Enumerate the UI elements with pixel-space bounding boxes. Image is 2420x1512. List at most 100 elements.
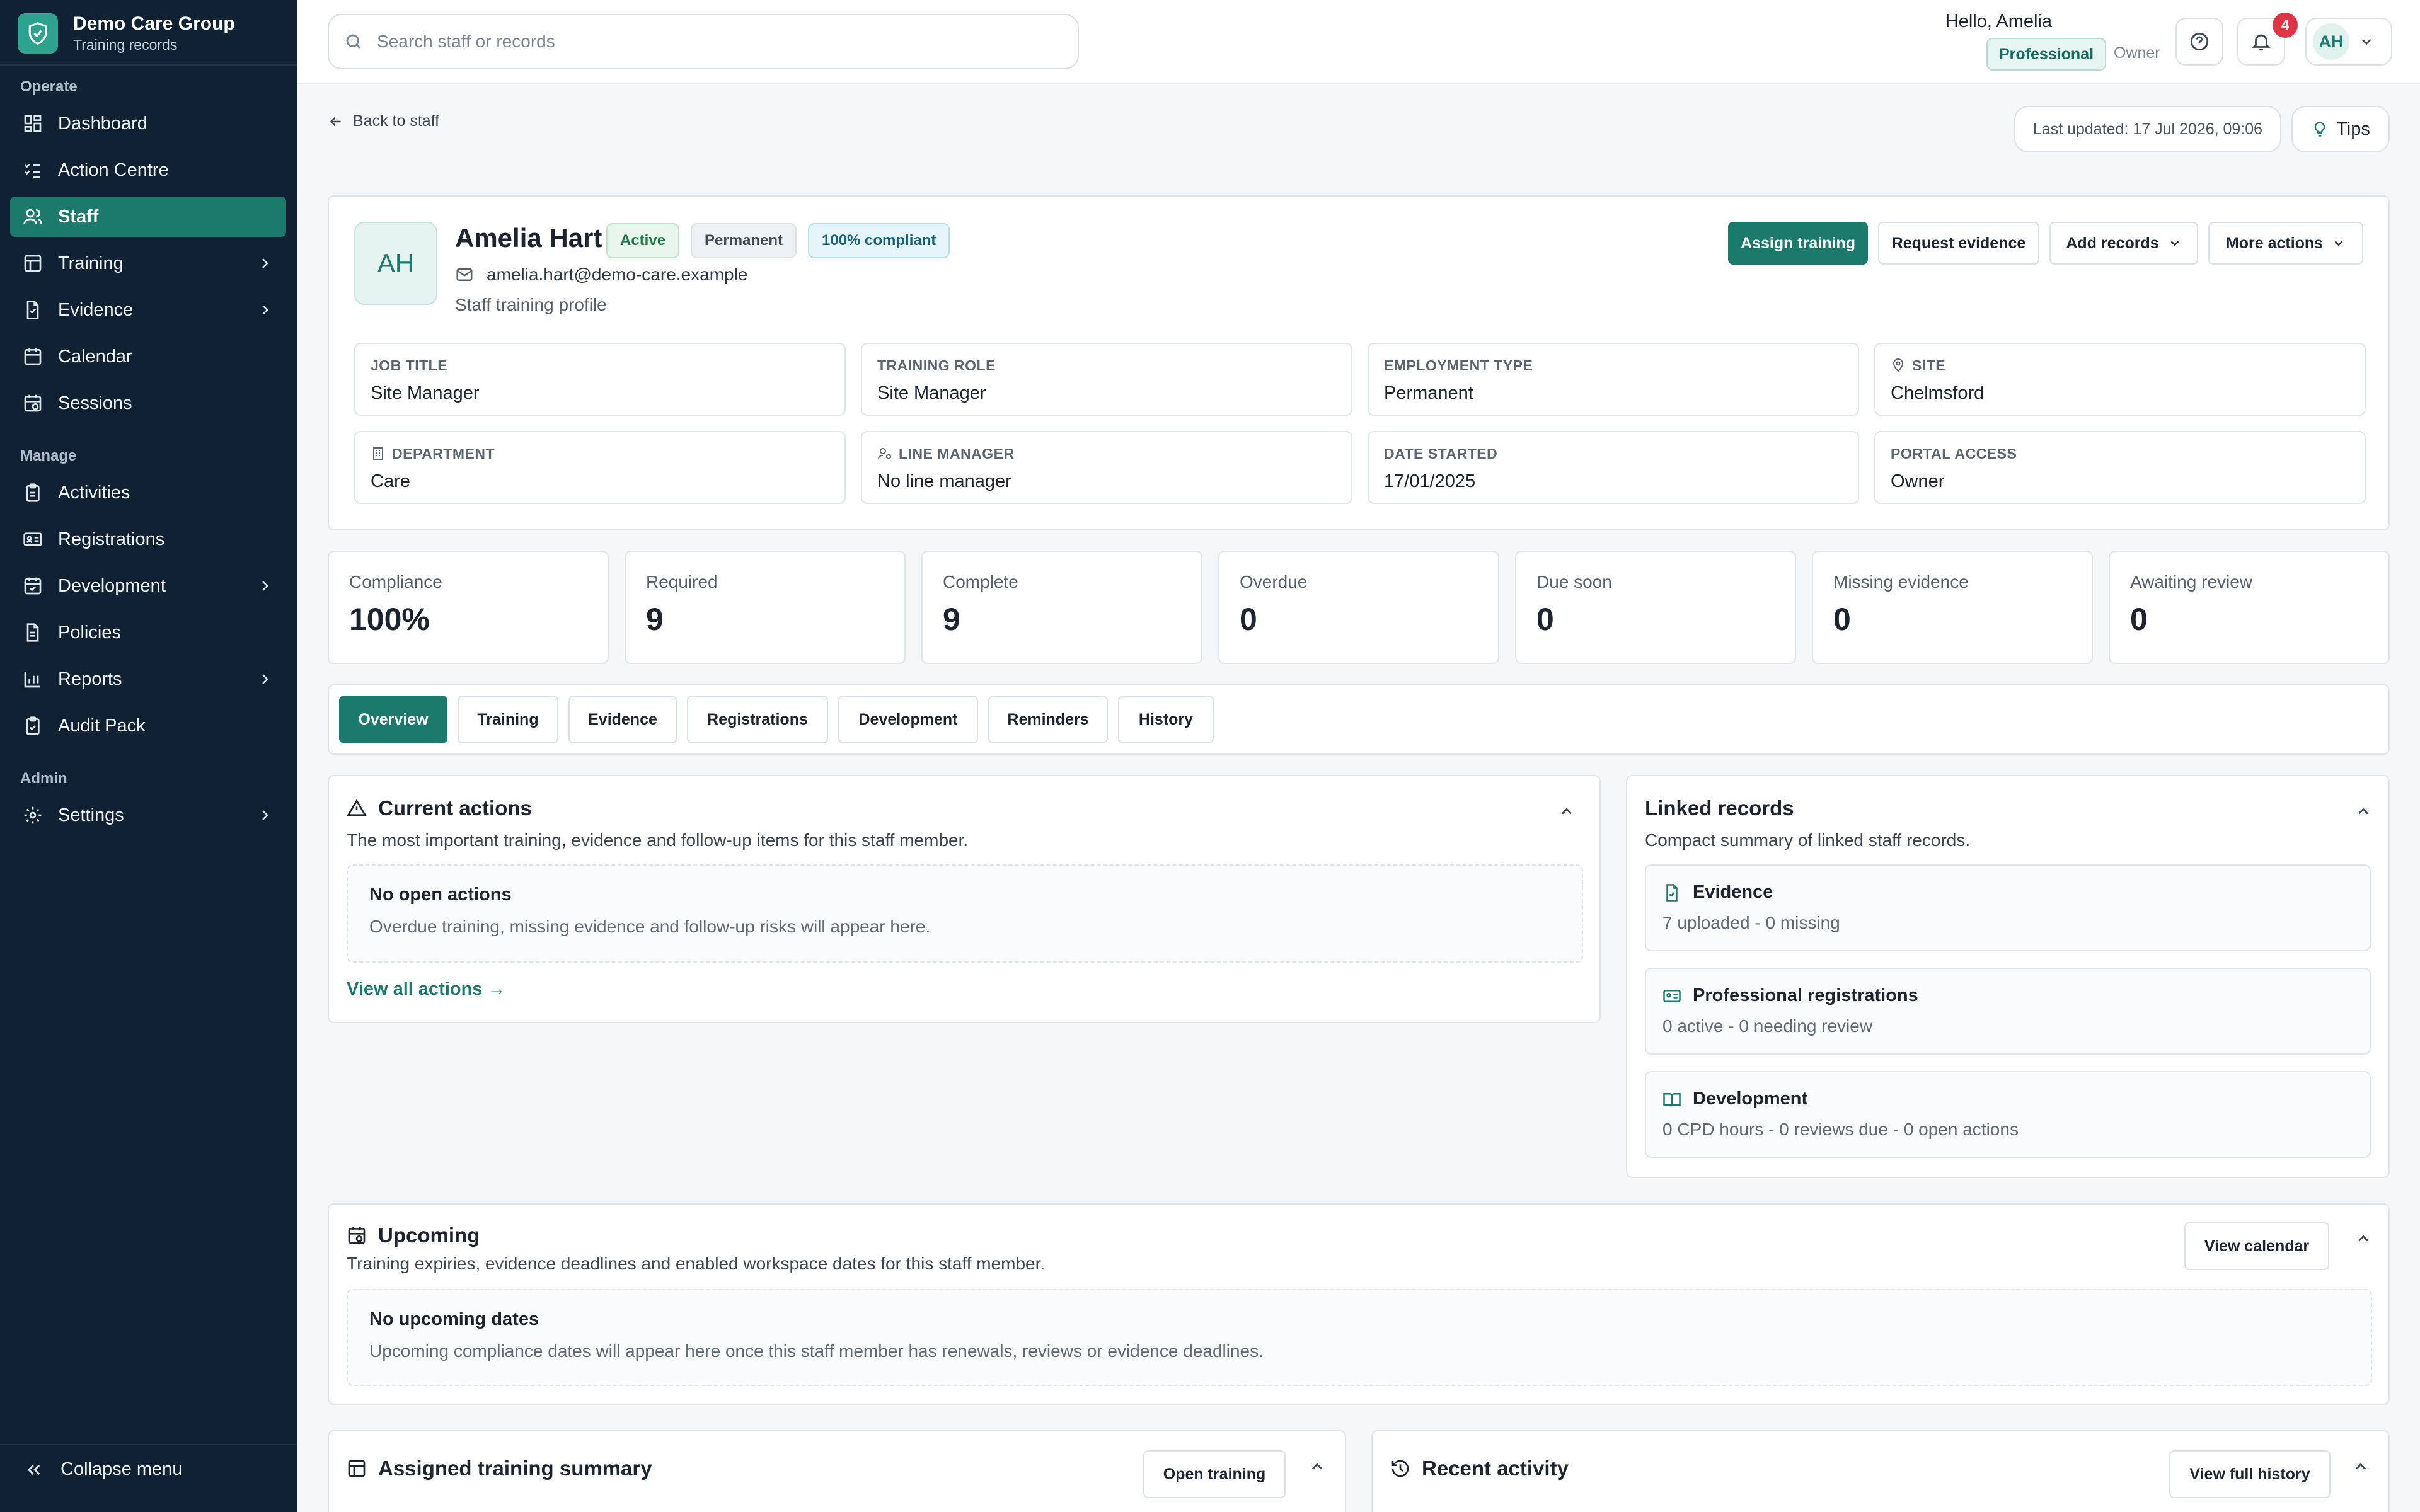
user-menu-button[interactable]: AH [2305, 18, 2392, 66]
field-label: SITE [1912, 357, 1946, 374]
view-full-history-button[interactable]: View full history [2169, 1450, 2331, 1498]
sidebar-divider [0, 64, 297, 66]
chevron-right-icon [262, 810, 268, 820]
sidebar-item-reports[interactable]: Reports [10, 659, 286, 699]
open-training-button[interactable]: Open training [1143, 1450, 1286, 1498]
field-training-role: TRAINING ROLE Site Manager [861, 343, 1352, 416]
assigned-training-summary-card: Assigned training summary Open training [328, 1430, 1346, 1512]
id-card-icon [1663, 989, 1681, 1002]
search-placeholder: Search staff or records [377, 32, 555, 51]
back-to-staff-link[interactable]: Back to staff [328, 112, 439, 130]
field-value: Site Manager [371, 383, 480, 403]
sidebar-item-training[interactable]: Training [10, 243, 286, 284]
field-label: JOB TITLE [371, 357, 448, 374]
sidebar-item-staff[interactable]: Staff [10, 197, 286, 237]
empty-state-description: Overdue training, missing evidence and f… [369, 917, 931, 936]
assign-training-button[interactable]: Assign training [1728, 222, 1868, 265]
linked-records-title: Linked records [1645, 796, 1794, 820]
current-actions-card: Current actions The most important train… [328, 775, 1601, 1023]
linked-record-registrations[interactable]: Professional registrations 0 active - 0 … [1645, 968, 2371, 1055]
tab-training[interactable]: Training [458, 696, 558, 743]
linked-record-summary: 0 CPD hours - 0 reviews due - 0 open act… [1662, 1120, 2019, 1139]
sidebar-item-action-centre[interactable]: Action Centre [10, 150, 286, 190]
sidebar-item-label: Sessions [58, 392, 132, 413]
help-circle-icon [2190, 32, 2209, 51]
history-icon [1392, 1460, 1409, 1477]
collapse-menu-label: Collapse menu [60, 1459, 183, 1479]
add-records-button[interactable]: Add records [2049, 222, 2198, 265]
field-portal-access: PORTAL ACCESS Owner [1874, 431, 2366, 504]
chevron-up-icon[interactable] [2354, 803, 2372, 820]
brand-subtitle: Training records [73, 37, 178, 53]
chevron-down-icon [2361, 38, 2371, 45]
field-label: DATE STARTED [1384, 445, 1498, 462]
chevron-up-icon[interactable] [2354, 1230, 2372, 1247]
chevron-up-icon[interactable] [1558, 803, 1576, 820]
sidebar-item-development[interactable]: Development [10, 566, 286, 606]
field-label: DEPARTMENT [392, 445, 495, 462]
tab-overview[interactable]: Overview [339, 696, 447, 743]
field-label-row: LINE MANAGER [877, 444, 1336, 464]
staff-email[interactable]: amelia.hart@demo-care.example [455, 265, 747, 285]
sidebar-item-activities[interactable]: Activities [10, 472, 286, 513]
sidebar-item-label: Development [58, 575, 166, 596]
view-all-actions-link[interactable]: View all actions → [347, 979, 506, 1000]
stat-label: Complete [943, 572, 1018, 592]
compliance-badge: 100% compliant [808, 223, 950, 258]
users-icon [23, 209, 42, 225]
field-site: SITE Chelmsford [1874, 343, 2366, 416]
field-value: No line manager [877, 471, 1011, 491]
sidebar-item-registrations[interactable]: Registrations [10, 519, 286, 559]
mail-icon [456, 268, 473, 281]
section-label-operate: Operate [20, 78, 78, 95]
chevron-right-icon [262, 258, 268, 268]
tab-history[interactable]: History [1118, 696, 1214, 743]
linked-records-card: Linked records Compact summary of linked… [1626, 775, 2390, 1178]
stat-card-due-soon: Due soon 0 [1515, 551, 1796, 664]
linked-record-development[interactable]: Development 0 CPD hours - 0 reviews due … [1645, 1071, 2371, 1158]
staff-email-text: amelia.hart@demo-care.example [487, 265, 748, 284]
chevron-down-icon [2170, 241, 2179, 246]
upcoming-card: Upcoming View calendar Training expiries… [328, 1203, 2390, 1405]
tab-development[interactable]: Development [838, 696, 978, 743]
tab-evidence[interactable]: Evidence [568, 696, 677, 743]
stat-label: Missing evidence [1833, 572, 1969, 592]
sidebar-item-calendar[interactable]: Calendar [10, 336, 286, 377]
tips-button[interactable]: Tips [2291, 106, 2390, 152]
tab-registrations[interactable]: Registrations [687, 696, 828, 743]
sidebar-item-settings[interactable]: Settings [10, 795, 286, 835]
brand[interactable]: Demo Care Group Training records [18, 11, 235, 55]
add-records-label: Add records [2066, 234, 2159, 252]
field-job-title: JOB TITLE Site Manager [354, 343, 846, 416]
sidebar-item-dashboard[interactable]: Dashboard [10, 103, 286, 144]
assigned-summary-title: Assigned training summary [378, 1457, 652, 1480]
more-actions-button[interactable]: More actions [2208, 222, 2363, 265]
field-value: Care [371, 471, 410, 491]
employment-badge: Permanent [691, 223, 797, 258]
stat-value: 0 [1536, 602, 1554, 637]
view-calendar-button[interactable]: View calendar [2184, 1222, 2329, 1270]
chevron-up-icon[interactable] [2352, 1458, 2370, 1475]
field-label-row: DEPARTMENT [371, 444, 829, 464]
linked-record-evidence[interactable]: Evidence 7 uploaded - 0 missing [1645, 864, 2371, 951]
id-card-icon [23, 532, 42, 546]
tab-reminders[interactable]: Reminders [988, 696, 1108, 743]
clipboard-icon [26, 483, 40, 502]
help-button[interactable] [2175, 18, 2223, 66]
sidebar-item-audit-pack[interactable]: Audit Pack [10, 706, 286, 746]
chevron-up-icon[interactable] [1308, 1458, 1326, 1475]
table-icon [24, 255, 42, 272]
sidebar-item-sessions[interactable]: Sessions [10, 383, 286, 423]
recent-activity-heading: Recent activity [1390, 1457, 1569, 1480]
sidebar-item-evidence[interactable]: Evidence [10, 290, 286, 330]
collapse-menu-button[interactable]: Collapse menu [25, 1459, 182, 1480]
sidebar-item-policies[interactable]: Policies [10, 612, 286, 653]
search-input[interactable]: Search staff or records [328, 14, 1079, 69]
stat-value: 100% [349, 602, 430, 637]
stat-card-compliance: Compliance 100% [328, 551, 609, 664]
plan-badge: Professional [1986, 38, 2107, 71]
field-label: EMPLOYMENT TYPE [1384, 357, 1533, 374]
request-evidence-button[interactable]: Request evidence [1878, 222, 2039, 265]
stat-card-complete: Complete 9 [921, 551, 1202, 664]
bell-icon [2252, 34, 2271, 51]
